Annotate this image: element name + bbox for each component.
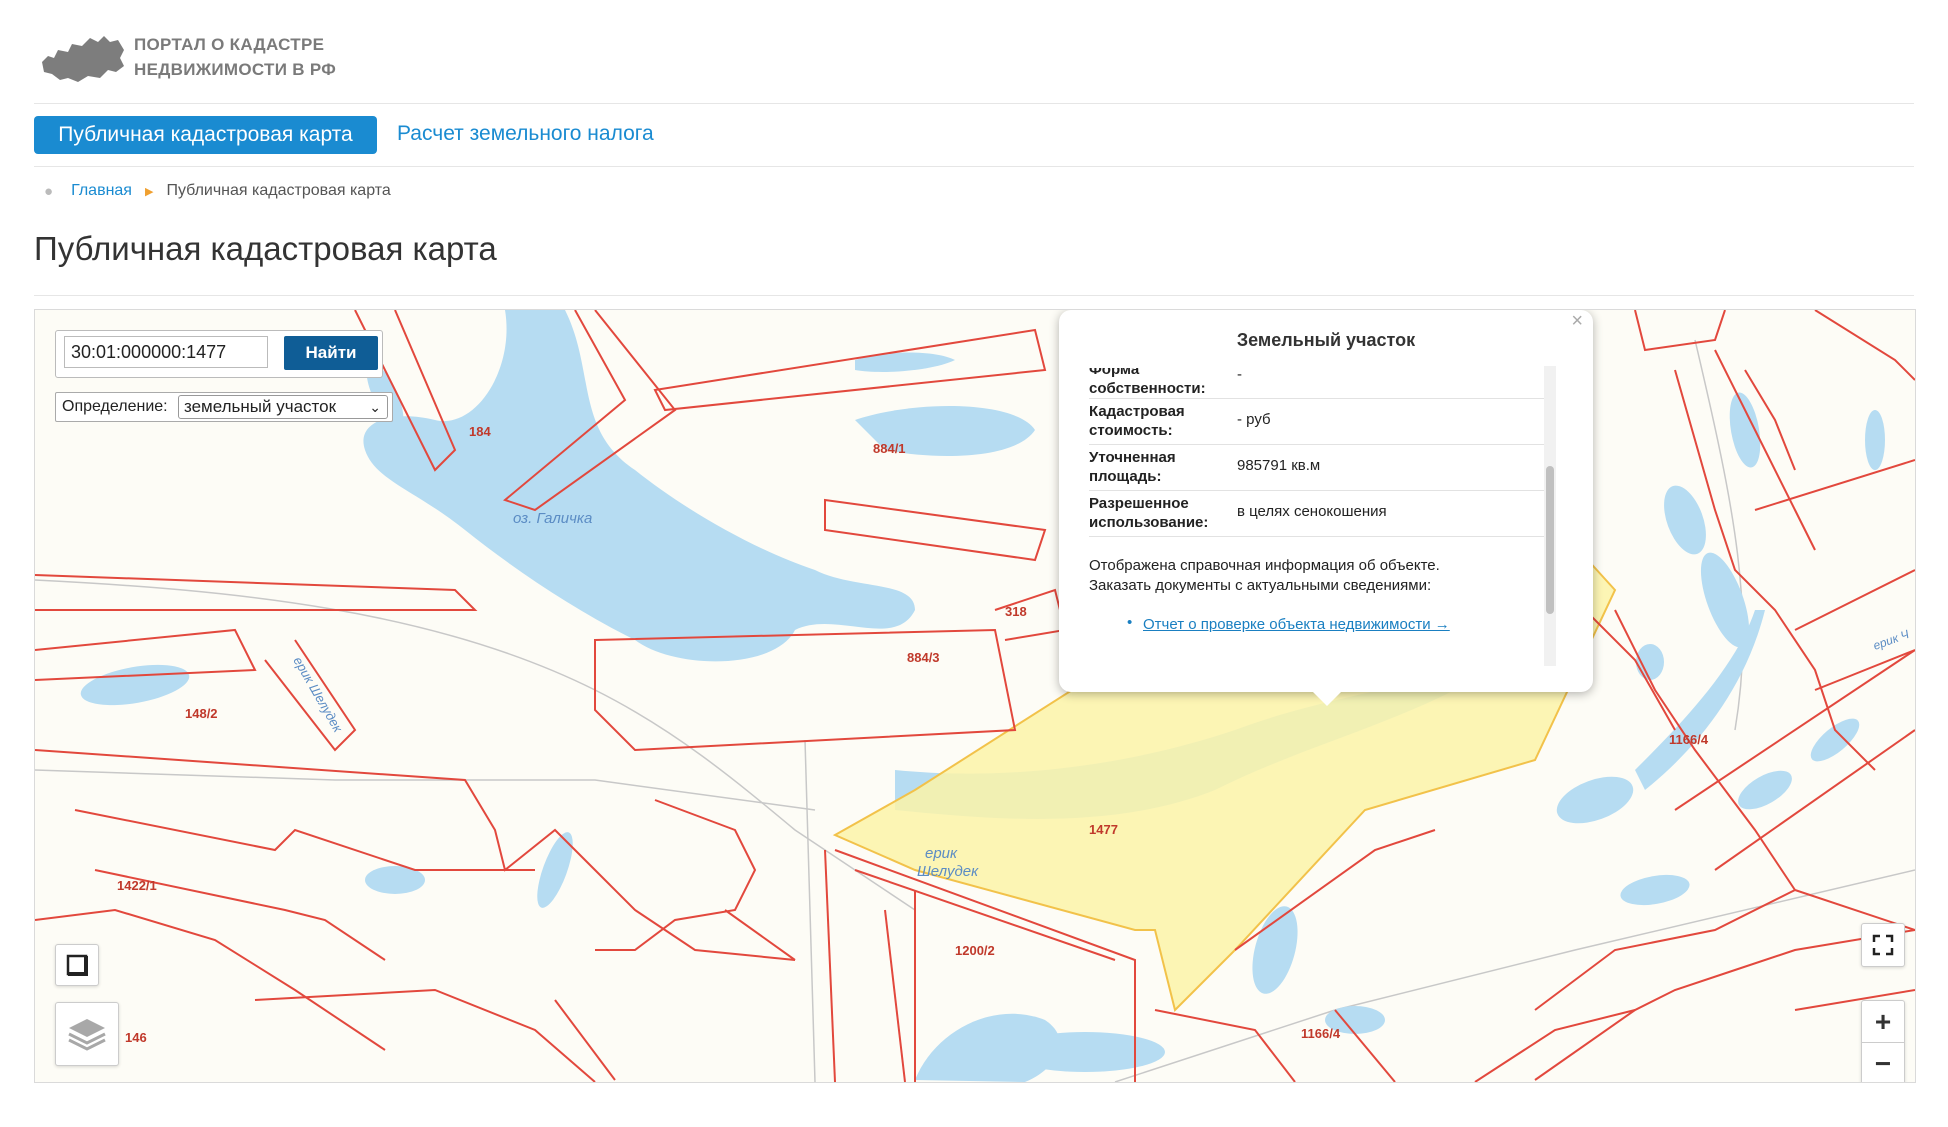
chevron-down-icon: ⌄ [369,399,381,415]
label-river-right: ерик Ч [1871,627,1912,653]
logo-text: ПОРТАЛ О КАДАСТРЕ НЕДВИЖИМОСТИ В РФ [134,32,336,82]
label-river-2: Шелудек [917,863,979,880]
tab-public-cadastral-map[interactable]: Публичная кадастровая карта [34,116,377,154]
title-divider [34,295,1914,296]
header-divider [34,103,1914,104]
parcel-884-1: 884/1 [873,441,906,456]
zoom-out-button[interactable]: − [1862,1043,1904,1082]
popup-scrollbar[interactable] [1544,366,1556,666]
fullscreen-button[interactable] [1861,923,1905,967]
map-water [80,310,1885,1082]
zoom-in-button[interactable]: + [1862,1001,1904,1043]
logo-line-2: НЕДВИЖИМОСТИ В РФ [134,60,337,79]
parcel-184: 184 [469,424,491,439]
parcel-info-popup: × Земельный участок Форма собственности:… [1059,310,1593,692]
row-permitted-use: Разрешенное использование: в целях сенок… [1089,490,1544,537]
row-cadastral-value-key: Кадастровая стоимость: [1089,403,1185,439]
popup-body: Форма собственности: - Кадастровая стоим… [1089,368,1544,658]
map-search-panel: Найти [55,330,383,378]
row-ownership: Форма собственности: - [1089,368,1544,399]
row-permitted-use-key: Разрешенное использование: [1089,495,1209,531]
breadcrumb-separator-icon: ▶ [144,185,154,198]
parcel-1200-2: 1200/2 [955,943,995,958]
parcel-1422-1: 1422/1 [117,878,157,893]
row-ownership-key: Форма собственности: [1089,368,1206,397]
definition-selected-value: земельный участок [184,397,337,416]
page-title: Публичная кадастровая карта [34,230,497,267]
popup-pointer [1311,690,1343,706]
definition-panel: Определение: земельный участок ⌄ [55,392,393,422]
layers-icon [68,1019,106,1051]
map-canvas[interactable]: оз. Галичка ерик Шелудек ерик Шелудек ер… [35,310,1915,1082]
layers-button[interactable] [55,1002,119,1066]
parcel-318: 318 [1005,604,1027,619]
search-button[interactable]: Найти [284,336,378,370]
parcel-146: 146 [125,1030,147,1045]
row-ownership-value: - [1237,368,1242,383]
label-river-1: ерик [925,845,958,862]
row-area-value: 985791 кв.м [1237,457,1321,474]
parcel-1477-label: 1477 [1089,822,1118,837]
popup-scrollbar-thumb[interactable] [1546,466,1554,614]
nav-divider [34,166,1914,167]
cadastral-number-input[interactable] [64,336,268,368]
row-cadastral-value: Кадастровая стоимость: - руб [1089,398,1544,445]
row-cadastral-value-value: - руб [1237,411,1271,428]
ruler-square-icon [66,954,88,976]
popup-info-line-2: Заказать документы с актуальными сведени… [1089,577,1432,594]
popup-title: Земельный участок [1236,330,1416,350]
bullet-icon: • [1127,614,1133,631]
tab-land-tax-calc[interactable]: Расчет земельного налога [397,122,654,146]
breadcrumb-home[interactable]: Главная [71,182,132,200]
breadcrumb-current: Публичная кадастровая карта [166,182,391,199]
definition-label: Определение: [62,398,168,415]
parcel-1166-4-a: 1166/4 [1669,732,1709,747]
property-check-report-link[interactable]: Отчет о проверке объекта недвижимости → [1143,614,1523,636]
parcel-148-2: 148/2 [185,706,218,721]
label-river-side: ерик Шелудек [290,654,346,735]
row-area-key: Уточненная площадь: [1089,449,1176,485]
logo-line-1: ПОРТАЛ О КАДАСТРЕ [134,35,325,54]
definition-select[interactable]: земельный участок ⌄ [178,395,388,419]
label-lake: оз. Галичка [513,510,592,527]
russia-map-icon [42,36,124,82]
row-area: Уточненная площадь: 985791 кв.м [1089,444,1544,491]
zoom-control: + − [1861,1000,1905,1082]
fullscreen-icon [1872,934,1894,956]
parcel-1166-4-b: 1166/4 [1301,1026,1341,1041]
parcel-884-3: 884/3 [907,650,940,665]
location-pin-icon: ● [44,182,54,200]
cadastral-map[interactable]: оз. Галичка ерик Шелудек ерик Шелудек ер… [34,309,1916,1083]
site-logo[interactable]: ПОРТАЛ О КАДАСТРЕ НЕДВИЖИМОСТИ В РФ [38,24,378,88]
breadcrumb: ● Главная ▶ Публичная кадастровая карта [44,182,391,200]
row-permitted-use-value: в целях сенокошения [1237,503,1387,520]
popup-info-text: Отображена справочная информация об объе… [1089,556,1544,596]
area-measure-button[interactable] [55,944,99,986]
popup-info-line-1: Отображена справочная информация об объе… [1089,557,1440,574]
